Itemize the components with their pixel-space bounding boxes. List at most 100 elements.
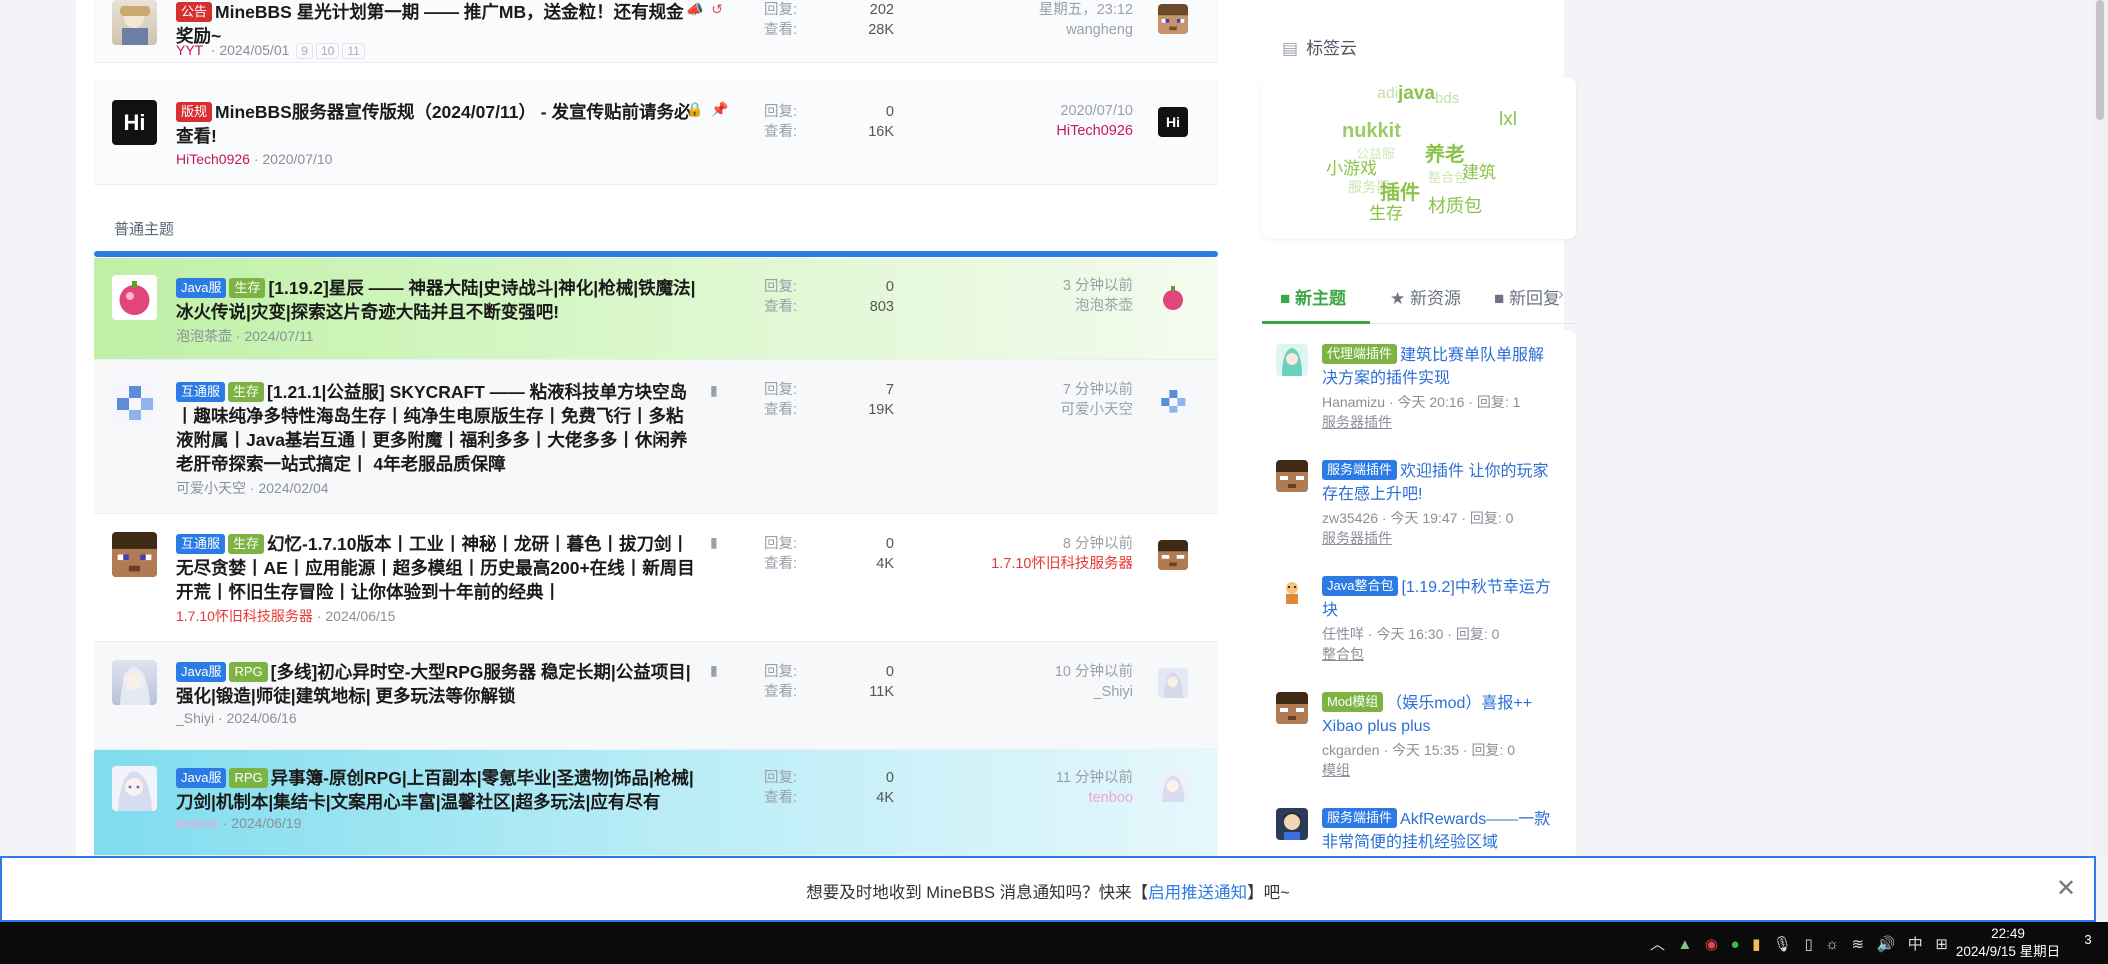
last-post-time[interactable]: 11 分钟以前 — [1056, 768, 1133, 788]
author-link[interactable]: tenboo — [176, 815, 219, 831]
page-link[interactable]: 9 — [296, 43, 313, 59]
last-post-time[interactable]: 10 分钟以前 — [1055, 662, 1133, 682]
last-post-user[interactable]: 泡泡茶壶 — [1063, 296, 1133, 316]
ime-indicator[interactable]: 中 — [1908, 936, 1923, 953]
app-tray-icon[interactable]: ▮ — [1752, 936, 1760, 953]
thread-title[interactable]: 互通服 生存 幻忆-1.7.10版本丨工业丨神秘丨龙研丨暮色丨拔刀剑丨无尽贪婪丨AE… — [176, 532, 696, 604]
tag-link[interactable]: 建筑 — [1462, 158, 1496, 183]
tag-link[interactable]: 公益服 — [1356, 143, 1395, 162]
list-item[interactable]: Mod模组 （娱乐mod）喜报++ Xibao plus plus ckgarde… — [1276, 692, 1566, 792]
last-post-time[interactable]: 2020/07/10 — [1056, 101, 1133, 121]
new-thread-category[interactable]: 整合包 — [1322, 644, 1364, 664]
author-link[interactable]: YYT — [176, 42, 203, 58]
tabs-scroll-right-icon[interactable]: › — [1558, 284, 1564, 304]
avatar[interactable] — [1276, 808, 1308, 840]
page-link[interactable]: 10 — [315, 43, 340, 59]
author-link[interactable]: 1.7.10怀旧科技服务器 — [176, 608, 313, 624]
list-item[interactable]: 服务端插件 AkfRewards——一款非常简便的挂机经验区域 — [1276, 808, 1566, 856]
list-item[interactable]: 代理端插件 建筑比赛单队单服解决方案的插件实现 Hanamizu · 今天 20:… — [1276, 344, 1566, 444]
app-tray-icon[interactable]: ◉ — [1705, 936, 1718, 953]
thread-title[interactable]: Java服 RPG [多线]初心异时空-大型RPG服务器 稳定长期|公益项目|强化|… — [176, 660, 696, 708]
thread-title[interactable]: Java服 生存 [1.19.2]星辰 —— 神器大陆|史诗战斗|神化|枪械|铁魔法… — [176, 276, 696, 324]
last-post-user[interactable]: HiTech0926 — [1056, 121, 1133, 141]
microphone-icon[interactable]: 🎙 — [1773, 936, 1792, 953]
avatar[interactable] — [112, 766, 157, 811]
tab-new-resources[interactable]: ★ 新资源 — [1390, 284, 1461, 309]
tab-new-replies[interactable]: ■ 新回复 — [1494, 284, 1564, 309]
tag-link[interactable]: 养老 — [1425, 138, 1465, 167]
last-post-user[interactable]: wangheng — [1039, 20, 1133, 40]
wechat-icon[interactable]: ● — [1731, 936, 1740, 953]
tag-link[interactable]: lxl — [1499, 109, 1517, 131]
avatar[interactable] — [112, 0, 157, 45]
thread-title[interactable]: 互通服 生存 [1.21.1|公益服] SKYCRAFT —— 粘液科技单方块空岛丨… — [176, 380, 696, 476]
chevron-up-icon[interactable]: ︿ — [1650, 936, 1665, 953]
author-link[interactable]: 泡泡茶壶 — [176, 328, 232, 344]
new-thread-category[interactable]: 服务器插件 — [1322, 528, 1392, 548]
avatar[interactable] — [112, 380, 157, 425]
last-poster-avatar[interactable] — [1158, 386, 1188, 416]
avatar[interactable] — [1276, 460, 1308, 492]
new-thread-category[interactable]: 服务器插件 — [1322, 412, 1392, 432]
avatar[interactable]: Hi — [112, 100, 157, 145]
last-post-time[interactable]: 3 分钟以前 — [1063, 276, 1133, 296]
enable-push-link[interactable]: 启用推送通知 — [1148, 884, 1247, 902]
thread-title[interactable]: 版规 MineBBS服务器宣传版规（2024/07/11） - 发宣传贴前请务必查… — [176, 100, 696, 148]
author-link[interactable]: HiTech0926 — [176, 151, 250, 167]
tab-new-threads[interactable]: ■ 新主题 — [1280, 284, 1346, 309]
last-poster-avatar[interactable] — [1158, 283, 1188, 313]
last-poster-avatar[interactable] — [1158, 4, 1188, 34]
keyboard-layout-icon[interactable]: ⊞ — [1935, 936, 1948, 953]
app-tray-icon[interactable]: ▲ — [1678, 936, 1693, 953]
page-link[interactable]: 11 — [342, 43, 365, 59]
tag-link[interactable]: 材质包 — [1428, 192, 1482, 218]
last-post-time[interactable]: 8 分钟以前 — [991, 534, 1133, 554]
wifi-icon[interactable]: ≋ — [1851, 936, 1864, 953]
table-row[interactable]: 公告 MineBBS 星光计划第一期 —— 推广MB，送金粒！还有规金奖励~ YY… — [94, 0, 1218, 63]
author-link[interactable]: _Shiyi — [176, 710, 214, 726]
tag-link[interactable]: 服务器 — [1348, 177, 1390, 197]
last-poster-avatar[interactable] — [1158, 668, 1188, 698]
tag-link[interactable]: adi — [1377, 85, 1398, 103]
close-icon[interactable]: ✕ — [2056, 874, 2076, 903]
avatar[interactable] — [112, 532, 157, 577]
new-thread-title[interactable]: 代理端插件 建筑比赛单队单服解决方案的插件实现 — [1322, 344, 1558, 390]
last-post-user[interactable]: tenboo — [1056, 788, 1133, 808]
volume-icon[interactable]: 🔊 — [1877, 936, 1896, 953]
avatar[interactable] — [1276, 576, 1308, 608]
tag-link[interactable]: 整合包 — [1428, 167, 1467, 186]
table-row[interactable]: Java服 生存 [1.19.2]星辰 —— 神器大陆|史诗战斗|神化|枪械|铁魔法… — [94, 258, 1218, 360]
last-poster-avatar[interactable] — [1158, 540, 1188, 570]
notification-center-icon[interactable]: 3 — [2078, 932, 2098, 952]
last-post-user[interactable]: 1.7.10怀旧科技服务器 — [991, 554, 1133, 574]
tag-link[interactable]: 生存 — [1369, 199, 1403, 224]
table-row[interactable]: 互通服 生存 [1.21.1|公益服] SKYCRAFT —— 粘液科技单方块空岛丨… — [94, 360, 1218, 514]
new-thread-title[interactable]: 服务端插件 AkfRewards——一款非常简便的挂机经验区域 — [1322, 808, 1558, 854]
thread-title[interactable]: 公告 MineBBS 星光计划第一期 —— 推广MB，送金粒！还有规金奖励~ — [176, 0, 696, 48]
avatar[interactable] — [1276, 344, 1308, 376]
new-thread-category[interactable]: 模组 — [1322, 760, 1350, 780]
author-link[interactable]: 可爱小天空 — [176, 480, 246, 496]
scrollbar-thumb[interactable] — [2096, 0, 2104, 120]
table-row[interactable]: Java服 RPG [多线]初心异时空-大型RPG服务器 稳定长期|公益项目|强化|… — [94, 642, 1218, 750]
last-post-user[interactable]: _Shiyi — [1055, 682, 1134, 702]
brightness-icon[interactable]: ☼ — [1825, 936, 1839, 953]
last-post-time[interactable]: 7 分钟以前 — [1061, 380, 1133, 400]
list-item[interactable]: Java整合包 [1.19.2]中秋节幸运方块 任性咩 · 今天 16:30 · … — [1276, 576, 1566, 676]
thread-title[interactable]: Java服 RPG 异事簿-原创RPG|上百副本|零氪毕业|圣遗物|饰品|枪械|刀剑… — [176, 766, 696, 814]
last-poster-avatar[interactable] — [1158, 772, 1188, 802]
page-scrollbar[interactable] — [2092, 0, 2108, 856]
tag-link[interactable]: nukkit — [1342, 120, 1401, 143]
table-row[interactable]: Hi 版规 MineBBS服务器宣传版规（2024/07/11） - 发宣传贴前请… — [94, 81, 1218, 185]
table-row[interactable]: Java服 RPG 异事簿-原创RPG|上百副本|零氪毕业|圣遗物|饰品|枪械|刀剑… — [94, 750, 1218, 856]
tag-link[interactable]: bds — [1435, 90, 1459, 107]
taskbar-clock[interactable]: 22:49 2024/9/15 星期日 — [1948, 925, 2068, 961]
battery-icon[interactable]: ▯ — [1804, 936, 1812, 953]
last-post-time[interactable]: 星期五，23:12 — [1039, 0, 1133, 20]
avatar[interactable] — [112, 660, 157, 705]
tag-link[interactable]: java — [1398, 83, 1435, 105]
table-row[interactable]: 互通服 生存 幻忆-1.7.10版本丨工业丨神秘丨龙研丨暮色丨拔刀剑丨无尽贪婪丨AE… — [94, 514, 1218, 642]
list-item[interactable]: 服务端插件 欢迎插件 让你的玩家存在感上升吧! zw35426 · 今天 19:4… — [1276, 460, 1566, 560]
last-poster-avatar[interactable]: Hi — [1158, 107, 1188, 137]
new-thread-title[interactable]: Mod模组 （娱乐mod）喜报++ Xibao plus plus — [1322, 692, 1558, 738]
